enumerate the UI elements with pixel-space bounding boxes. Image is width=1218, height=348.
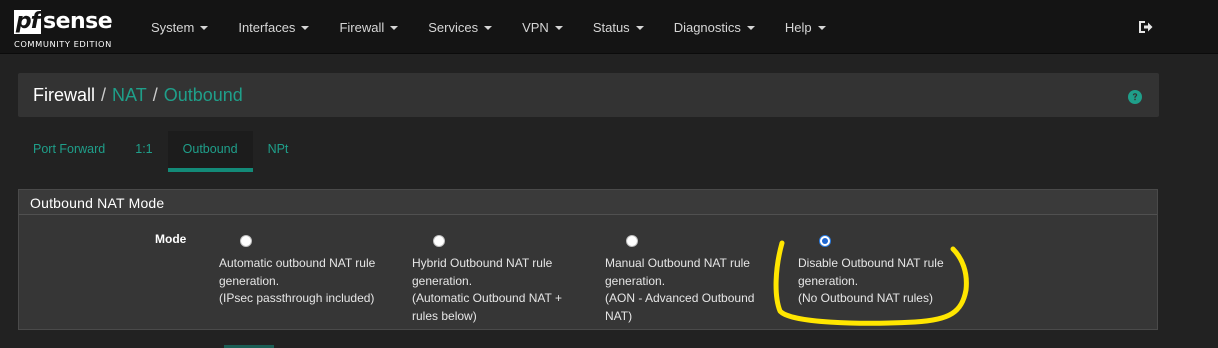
option-line: generation. [798, 273, 859, 288]
sign-out-icon[interactable] [1137, 19, 1153, 35]
menu-services[interactable]: Services [413, 0, 507, 53]
tab-npt[interactable]: NPt [253, 131, 304, 172]
option-line: rules below) [412, 308, 477, 323]
menu-firewall[interactable]: Firewall [324, 0, 413, 53]
option-line: (IPsec passthrough included) [219, 291, 375, 306]
option-manual-label[interactable]: Manual Outbound NAT rule generation. (AO… [605, 255, 780, 325]
outbound-nat-mode-panel: Outbound NAT Mode Mode Automatic outboun… [18, 189, 1158, 330]
logo-pf-mark: pf [14, 9, 41, 34]
main-menu: System Interfaces Firewall Services VPN … [136, 0, 841, 53]
breadcrumb: Firewall / NAT / Outbound [33, 84, 243, 106]
pfsense-logo[interactable]: pf sense COMMUNITY EDITION [14, 9, 124, 51]
option-disable-label[interactable]: Disable Outbound NAT rule generation. (N… [798, 255, 973, 308]
caret-down-icon [390, 26, 399, 30]
menu-label: Firewall [339, 20, 385, 35]
menu-vpn[interactable]: VPN [507, 0, 578, 53]
menu-label: System [151, 20, 195, 35]
menu-label: Help [784, 20, 812, 35]
option-automatic-label[interactable]: Automatic outbound NAT rule generation. … [219, 255, 394, 308]
menu-label: Interfaces [238, 20, 296, 35]
caret-down-icon [635, 26, 644, 30]
caret-down-icon [817, 26, 826, 30]
breadcrumb-firewall: Firewall [33, 85, 96, 105]
panel-body: Mode Automatic outbound NAT rule generat… [19, 215, 1157, 329]
option-line: generation. [605, 273, 666, 288]
radio-manual[interactable] [626, 235, 638, 247]
caret-down-icon [484, 26, 493, 30]
breadcrumb-panel: Firewall / NAT / Outbound [18, 73, 1159, 117]
edition-label: COMMUNITY EDITION [14, 39, 112, 49]
tab-one-to-one[interactable]: 1:1 [120, 131, 167, 172]
option-line: generation. [219, 273, 280, 288]
caret-down-icon [554, 26, 563, 30]
option-line: generation. [412, 273, 473, 288]
menu-help[interactable]: Help [770, 0, 841, 53]
option-line: Disable Outbound NAT rule [798, 256, 944, 270]
logo-sense-text: sense [43, 9, 113, 34]
menu-status[interactable]: Status [578, 0, 659, 53]
option-line: NAT) [605, 308, 633, 323]
panel-title: Outbound NAT Mode [30, 195, 165, 211]
menu-label: Status [592, 20, 630, 35]
caret-down-icon [301, 26, 310, 30]
top-navbar: pf sense COMMUNITY EDITION System Interf… [0, 0, 1218, 54]
option-line: Hybrid Outbound NAT rule [412, 256, 553, 270]
option-line: (No Outbound NAT rules) [798, 291, 933, 306]
radio-automatic[interactable] [240, 235, 252, 247]
mode-field-label: Mode [155, 232, 187, 246]
tab-port-forward[interactable]: Port Forward [18, 131, 120, 172]
option-line: (Automatic Outbound NAT + [412, 291, 562, 306]
panel-heading: Outbound NAT Mode [19, 190, 1157, 215]
breadcrumb-nat[interactable]: NAT [112, 85, 147, 105]
breadcrumb-outbound[interactable]: Outbound [164, 85, 243, 105]
menu-diagnostics[interactable]: Diagnostics [659, 0, 770, 53]
menu-interfaces[interactable]: Interfaces [223, 0, 324, 53]
question-circle-icon[interactable] [1128, 90, 1142, 104]
menu-label: Services [428, 20, 479, 35]
radio-disable[interactable] [819, 235, 831, 247]
option-line: Manual Outbound NAT rule [605, 256, 750, 270]
menu-system[interactable]: System [136, 0, 223, 53]
caret-down-icon [200, 26, 209, 30]
radio-hybrid[interactable] [433, 235, 445, 247]
menu-label: VPN [522, 20, 549, 35]
option-hybrid-label[interactable]: Hybrid Outbound NAT rule generation. (Au… [412, 255, 587, 325]
nat-tabs: Port Forward 1:1 Outbound NPt [18, 131, 303, 172]
breadcrumb-separator: / [101, 85, 107, 105]
breadcrumb-separator: / [152, 85, 158, 105]
option-line: (AON - Advanced Outbound [605, 291, 755, 306]
tab-outbound[interactable]: Outbound [167, 131, 253, 172]
caret-down-icon [746, 26, 755, 30]
option-line: Automatic outbound NAT rule [219, 256, 376, 270]
menu-label: Diagnostics [673, 20, 741, 35]
